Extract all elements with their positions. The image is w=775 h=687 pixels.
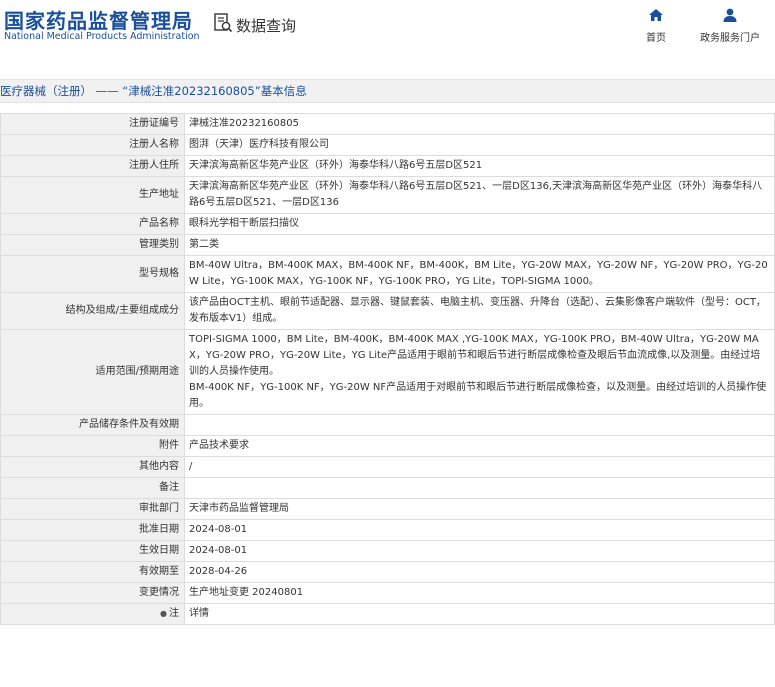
field-label: 备注 bbox=[0, 477, 185, 499]
table-row: 备注 bbox=[0, 477, 775, 499]
data-search-link[interactable]: 数据查询 bbox=[213, 12, 296, 38]
field-label: 注册证编号 bbox=[0, 113, 185, 135]
field-value: 生产地址变更 20240801 bbox=[184, 582, 775, 604]
field-value bbox=[184, 414, 775, 436]
field-label: 批准日期 bbox=[0, 519, 185, 541]
field-value: 津械注准20232160805 bbox=[184, 113, 775, 135]
pin-icon: ● bbox=[160, 609, 167, 618]
field-label-text: 注 bbox=[169, 608, 179, 619]
details-link[interactable]: 详情 bbox=[184, 603, 775, 625]
nav-home-label: 首页 bbox=[646, 33, 666, 44]
breadcrumb-text: 医疗器械（注册） —— “津械注准20232160805”基本信息 bbox=[0, 84, 307, 98]
table-row: 产品储存条件及有效期 bbox=[0, 414, 775, 436]
field-label: 审批部门 bbox=[0, 498, 185, 520]
table-row: 注册人住所 天津滨海高新区华苑产业区（环外）海泰华科八路6号五层D区521 bbox=[0, 155, 775, 177]
field-value: 该产品由OCT主机、眼前节适配器、显示器、键鼠套装、电脑主机、变压器、升降台（选… bbox=[184, 292, 775, 330]
data-search-label: 数据查询 bbox=[236, 16, 297, 35]
table-row: 附件 产品技术要求 bbox=[0, 435, 775, 457]
field-value: 产品技术要求 bbox=[184, 435, 775, 457]
field-value: 天津市药品监督管理局 bbox=[184, 498, 775, 520]
field-label: 注册人名称 bbox=[0, 134, 185, 156]
field-label: 产品储存条件及有效期 bbox=[0, 414, 185, 436]
field-value: 天津滨海高新区华苑产业区（环外）海泰华科八路6号五层D区521 bbox=[184, 155, 775, 177]
field-value: TOPI-SIGMA 1000，BM Lite，BM-400K，BM-400K … bbox=[184, 329, 775, 415]
nav-service-label: 政务服务门户 bbox=[700, 33, 760, 44]
field-label: 结构及组成/主要组成成分 bbox=[0, 292, 185, 330]
field-label: 型号规格 bbox=[0, 255, 185, 293]
logo-title-cn[interactable]: 国家药品监督管理局 bbox=[4, 5, 193, 34]
table-row: 生产地址 天津滨海高新区华苑产业区（环外）海泰华科八路6号五层D区521、一层D区… bbox=[0, 176, 775, 214]
nav-service-portal[interactable]: 政务服务门户 bbox=[700, 7, 760, 44]
field-label: 适用范围/预期用途 bbox=[0, 329, 185, 415]
field-value-paragraph: BM-400K NF，YG-100K NF，YG-20W NF产品适用于对眼前节… bbox=[189, 382, 767, 409]
table-row: 注册人名称 图湃（天津）医疗科技有限公司 bbox=[0, 134, 775, 156]
field-value-paragraph: TOPI-SIGMA 1000，BM Lite，BM-400K，BM-400K … bbox=[189, 334, 761, 377]
field-value bbox=[184, 477, 775, 499]
table-row: 生效日期 2024-08-01 bbox=[0, 540, 775, 562]
table-row: 批准日期 2024-08-01 bbox=[0, 519, 775, 541]
field-value: 2028-04-26 bbox=[184, 561, 775, 583]
table-row: 审批部门 天津市药品监督管理局 bbox=[0, 498, 775, 520]
field-label: 产品名称 bbox=[0, 213, 185, 235]
user-icon bbox=[722, 7, 738, 26]
table-row: 其他内容 / bbox=[0, 456, 775, 478]
registration-info-table: 注册证编号 津械注准20232160805 注册人名称 图湃（天津）医疗科技有限公司注… bbox=[0, 113, 775, 625]
field-value: 2024-08-01 bbox=[184, 540, 775, 562]
field-value: 第二类 bbox=[184, 234, 775, 256]
table-row: 型号规格 BM-40W Ultra，BM-400K MAX，BM-400K NF，… bbox=[0, 255, 775, 293]
field-label: 管理类别 bbox=[0, 234, 185, 256]
breadcrumb: 医疗器械（注册） —— “津械注准20232160805”基本信息 bbox=[0, 79, 775, 103]
table-row: 结构及组成/主要组成成分 该产品由OCT主机、眼前节适配器、显示器、键鼠套装、电脑… bbox=[0, 292, 775, 330]
table-row: 变更情况 生产地址变更 20240801 bbox=[0, 582, 775, 604]
field-value: / bbox=[184, 456, 775, 478]
logo-title-en[interactable]: National Medical Products Administration bbox=[4, 31, 200, 42]
field-label: 变更情况 bbox=[0, 582, 185, 604]
table-row: 产品名称 眼科光学相干断层扫描仪 bbox=[0, 213, 775, 235]
field-value: 2024-08-01 bbox=[184, 519, 775, 541]
home-icon bbox=[648, 7, 664, 26]
table-row: 适用范围/预期用途 TOPI-SIGMA 1000，BM Lite，BM-400K… bbox=[0, 329, 775, 415]
field-label: 其他内容 bbox=[0, 456, 185, 478]
site-header: 国家药品监督管理局 National Medical Products Admi… bbox=[0, 0, 775, 60]
field-label: ● 注 bbox=[0, 603, 185, 625]
search-document-icon bbox=[213, 12, 233, 38]
table-row: 注册证编号 津械注准20232160805 bbox=[0, 113, 775, 135]
nav-home[interactable]: 首页 bbox=[646, 7, 666, 44]
field-value: BM-40W Ultra，BM-400K MAX，BM-400K NF，BM-4… bbox=[184, 255, 775, 293]
table-row: 有效期至 2028-04-26 bbox=[0, 561, 775, 583]
field-value: 图湃（天津）医疗科技有限公司 bbox=[184, 134, 775, 156]
field-label: 有效期至 bbox=[0, 561, 185, 583]
field-value: 天津滨海高新区华苑产业区（环外）海泰华科八路6号五层D区521、一层D区136,… bbox=[184, 176, 775, 214]
field-label: 生效日期 bbox=[0, 540, 185, 562]
field-value: 眼科光学相干断层扫描仪 bbox=[184, 213, 775, 235]
field-label: 附件 bbox=[0, 435, 185, 457]
field-label: 生产地址 bbox=[0, 176, 185, 214]
table-row: 管理类别 第二类 bbox=[0, 234, 775, 256]
table-row: ● 注详情 bbox=[0, 603, 775, 625]
field-label: 注册人住所 bbox=[0, 155, 185, 177]
